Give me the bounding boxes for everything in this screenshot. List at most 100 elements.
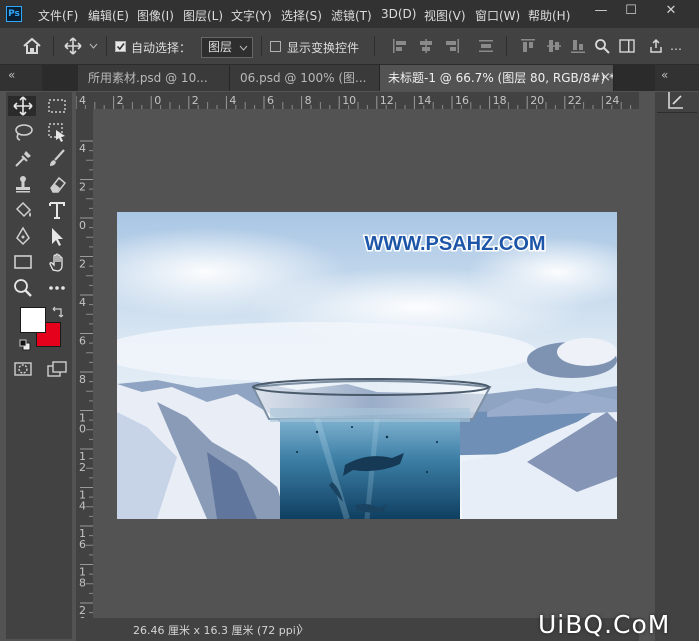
- brush-tool-icon[interactable]: [46, 147, 68, 169]
- align-top-icon[interactable]: [520, 38, 536, 54]
- auto-select-label: 自动选择：: [131, 41, 192, 55]
- ruler-label: 24: [605, 94, 619, 107]
- menu-help[interactable]: 帮助(H): [528, 7, 570, 24]
- share-icon[interactable]: [648, 38, 664, 54]
- ruler-label: 18: [493, 94, 507, 107]
- align-left-icon[interactable]: [392, 38, 408, 54]
- hand-tool-icon[interactable]: [46, 251, 68, 273]
- toolbar-header: «: [0, 65, 42, 91]
- separator: [261, 36, 262, 56]
- align-right-icon[interactable]: [444, 38, 460, 54]
- menu-edit[interactable]: 编辑(E): [88, 7, 129, 24]
- ruler-label: 2: [192, 94, 199, 107]
- more-tools-icon[interactable]: [46, 277, 68, 299]
- vertical-ruler-ticks: 4202468101214161820: [79, 140, 93, 618]
- ruler-label: 8: [79, 373, 86, 386]
- distribute-vertical-icon[interactable]: [478, 38, 494, 54]
- show-transform-checkbox[interactable]: [270, 41, 281, 52]
- align-horizontal-center-icon[interactable]: [418, 38, 434, 54]
- ruler-label: 6: [79, 335, 86, 348]
- maximize-button[interactable]: ☐: [616, 0, 646, 22]
- document-canvas[interactable]: WWW.PSAHZ.COM: [117, 212, 617, 519]
- menu-image[interactable]: 图像(I): [137, 7, 174, 24]
- menu-layer[interactable]: 图层(L): [183, 7, 223, 24]
- lasso-tool-icon[interactable]: [12, 121, 34, 143]
- minimize-button[interactable]: —: [586, 0, 616, 22]
- ruler-label: 2: [79, 181, 86, 194]
- pen-tool-icon[interactable]: [12, 225, 34, 247]
- auto-select-checkbox[interactable]: [115, 41, 126, 52]
- home-icon[interactable]: [22, 37, 42, 55]
- object-selection-tool-icon[interactable]: [46, 121, 68, 143]
- paint-bucket-tool-icon[interactable]: [12, 199, 34, 221]
- ruler-label: 6: [267, 94, 274, 107]
- ruler-label: 2: [117, 94, 124, 107]
- ruler-label: 16: [455, 94, 469, 107]
- ruler-label: 0: [154, 94, 161, 107]
- properties-panel-icon[interactable]: [666, 90, 686, 110]
- composite-image: WWW.PSAHZ.COM: [117, 212, 617, 519]
- menu-3d[interactable]: 3D(D): [381, 7, 416, 21]
- swap-colors-icon[interactable]: [50, 306, 64, 320]
- close-button[interactable]: ✕: [656, 0, 686, 22]
- menu-filter[interactable]: 滤镜(T): [331, 7, 372, 24]
- collapse-arrows-icon[interactable]: «: [8, 68, 15, 82]
- tab-06-psd[interactable]: 06.psd @ 100% (图...: [230, 65, 380, 91]
- rectangle-tool-icon[interactable]: [12, 251, 34, 273]
- tab-label: 06.psd @ 100% (图...: [240, 71, 367, 85]
- status-menu-arrow[interactable]: 〉: [298, 621, 309, 637]
- ruler-label: 8: [305, 94, 312, 107]
- menu-view[interactable]: 视图(V): [424, 7, 466, 24]
- search-icon[interactable]: [594, 38, 610, 54]
- tab-label: 所用素材.psd @ 10...: [88, 71, 208, 85]
- close-tab-icon[interactable]: ×: [600, 70, 611, 85]
- auto-select-target-dropdown[interactable]: 图层: [201, 37, 253, 58]
- ruler-label: 20: [530, 94, 544, 107]
- move-tool-icon[interactable]: [12, 95, 34, 117]
- separator: [106, 36, 107, 56]
- ruler-label: 12: [380, 94, 394, 107]
- ruler-label: 4: [79, 296, 86, 309]
- ruler-label: 0: [79, 423, 86, 436]
- menu-select[interactable]: 选择(S): [281, 7, 322, 24]
- ruler-label: 6: [79, 538, 86, 551]
- right-panel-header: «: [655, 65, 699, 91]
- ruler-label: 4: [79, 142, 86, 155]
- chevron-down-icon[interactable]: [89, 43, 98, 49]
- default-colors-icon[interactable]: [19, 339, 31, 351]
- ruler-label: 10: [342, 94, 356, 107]
- eraser-tool-icon[interactable]: [46, 173, 68, 195]
- horizontal-ruler-ticks: 4202468101214161820222426: [76, 94, 632, 109]
- path-selection-tool-icon[interactable]: [46, 225, 68, 247]
- eyedropper-tool-icon[interactable]: [12, 147, 34, 169]
- quick-mask-icon[interactable]: [12, 358, 34, 380]
- zoom-tool-icon[interactable]: [12, 277, 34, 299]
- screen-mode-icon[interactable]: [46, 358, 68, 380]
- foreground-color-swatch[interactable]: [20, 307, 46, 333]
- separator: [657, 112, 697, 113]
- align-bottom-icon[interactable]: [570, 38, 586, 54]
- tab-untitled-1[interactable]: 未标题-1 @ 66.7% (图层 80, RGB/8#) *: [380, 65, 614, 91]
- photoshop-logo: Ps: [6, 6, 22, 22]
- separator: [506, 36, 507, 56]
- type-tool-icon[interactable]: [46, 199, 68, 221]
- tab-label: 未标题-1 @ 66.7% (图层 80, RGB/8#) *: [388, 71, 614, 85]
- tab-material-psd[interactable]: 所用素材.psd @ 10...: [78, 65, 230, 91]
- menu-type[interactable]: 文字(Y): [231, 7, 272, 24]
- marquee-tool-icon[interactable]: [46, 95, 68, 117]
- collapse-arrows-icon[interactable]: «: [661, 68, 668, 82]
- vertical-ruler: 4202468101214161820: [76, 109, 94, 618]
- website-watermark-text: WWW.PSAHZ.COM: [364, 233, 545, 255]
- ruler-label: 8: [79, 577, 86, 590]
- move-tool-icon[interactable]: [64, 37, 82, 55]
- menu-file[interactable]: 文件(F): [38, 7, 78, 24]
- more-options[interactable]: …: [670, 39, 682, 53]
- clone-stamp-tool-icon[interactable]: [12, 173, 34, 195]
- document-size-status: 26.46 厘米 x 16.3 厘米 (72 ppi): [133, 624, 301, 637]
- horizontal-ruler: 4202468101214161820222426: [76, 92, 639, 110]
- menu-window[interactable]: 窗口(W): [475, 7, 520, 24]
- align-vertical-center-icon[interactable]: [546, 38, 562, 54]
- workspace-icon[interactable]: [619, 38, 635, 54]
- chevron-down-icon: [239, 45, 248, 51]
- separator: [53, 36, 54, 56]
